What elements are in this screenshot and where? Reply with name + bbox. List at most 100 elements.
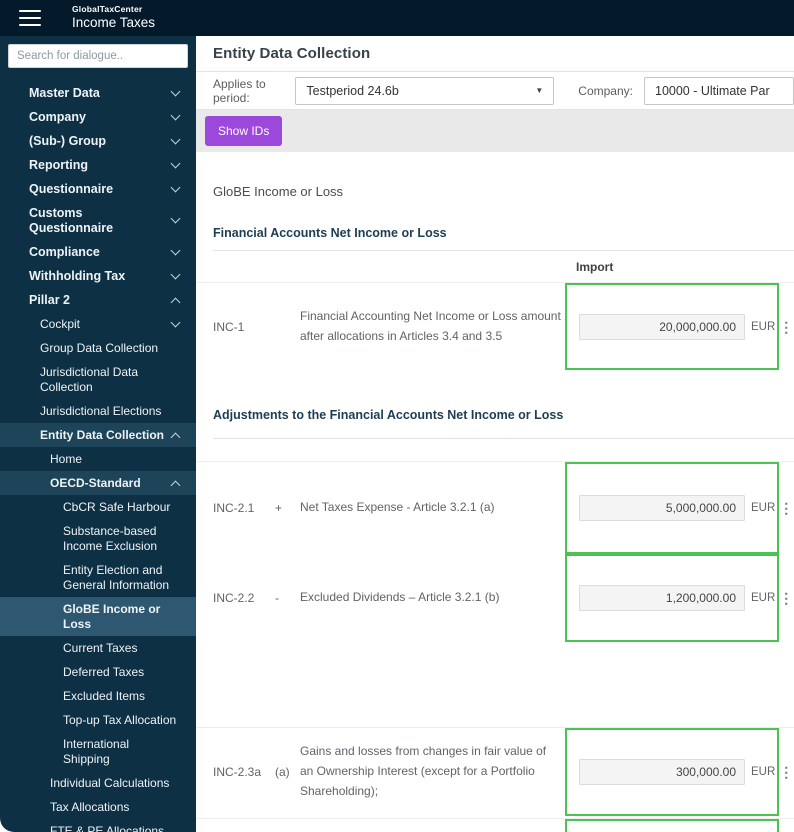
top-app-bar: GlobalTaxCenter Income Taxes: [0, 0, 794, 36]
sidebar-item-entity-election-and-general-information[interactable]: Entity Election and General Information: [0, 558, 196, 597]
period-value: Testperiod 24.6b: [306, 83, 399, 98]
sidebar-item-globe-income-or-loss[interactable]: GloBE Income or Loss: [0, 597, 196, 636]
sidebar-item-excluded-items[interactable]: Excluded Items: [0, 684, 196, 708]
app-name: GlobalTaxCenter: [72, 4, 143, 15]
group2-title: Adjustments to the Financial Accounts Ne…: [213, 408, 564, 422]
sidebar-item-customs-questionnaire[interactable]: Customs Questionnaire: [0, 201, 196, 240]
kebab-menu-icon[interactable]: ⋮: [779, 765, 793, 779]
sidebar-item-label: Reporting: [29, 157, 89, 172]
sidebar-item-label: CbCR Safe Harbour: [63, 499, 171, 514]
period-select[interactable]: Testperiod 24.6b ▼: [295, 76, 555, 105]
sidebar-item-label: Home: [50, 451, 83, 466]
sidebar-item-group-data-collection[interactable]: Group Data Collection: [0, 336, 196, 360]
sidebar-item-withholding-tax[interactable]: Withholding Tax: [0, 264, 196, 288]
sidebar-item-international-shipping[interactable]: International Shipping: [0, 732, 196, 771]
amount-input[interactable]: [579, 495, 745, 521]
row-description: Gains and losses from changes in fair va…: [300, 744, 547, 798]
group1-title: Financial Accounts Net Income or Loss: [213, 226, 447, 240]
sidebar: Master Data Company (Sub-) Group Reporti…: [0, 36, 196, 832]
company-value: 10000 - Ultimate Par: [655, 83, 770, 98]
sidebar-item-label: Group Data Collection: [40, 340, 159, 355]
sidebar-item-pillar-2[interactable]: Pillar 2: [0, 288, 196, 312]
sidebar-item-jurisdictional-data-collection[interactable]: Jurisdictional Data Collection: [0, 360, 196, 399]
group2-rows: INC-2.1 + Net Taxes Expense - Article 3.…: [196, 461, 794, 642]
chevron-down-icon: [170, 182, 181, 192]
import-highlight-box: EUR ⋮: [565, 462, 793, 554]
sidebar-item-questionnaire[interactable]: Questionnaire: [0, 177, 196, 201]
sidebar-item-label: Questionnaire: [29, 181, 114, 196]
sidebar-item-label: International Shipping: [63, 736, 130, 766]
sidebar-item-label: Current Taxes: [63, 640, 138, 655]
sidebar-item-master-data[interactable]: Master Data: [0, 81, 196, 105]
data-row: INC-1 Financial Accounting Net Income or…: [196, 282, 794, 370]
sidebar-item-label: Tax Allocations: [50, 799, 130, 814]
kebab-menu-icon[interactable]: ⋮: [779, 320, 793, 334]
currency-label: EUR: [751, 502, 776, 514]
kebab-menu-icon[interactable]: ⋮: [779, 501, 793, 515]
sidebar-item-label: Excluded Items: [63, 688, 146, 703]
company-label: Company:: [578, 83, 633, 98]
sidebar-item-company[interactable]: Company: [0, 105, 196, 129]
sidebar-item-label: Company: [29, 109, 86, 124]
sidebar-item-fte-pe-allocations[interactable]: FTE & PE Allocations: [0, 819, 196, 832]
sidebar-item-reporting[interactable]: Reporting: [0, 153, 196, 177]
hamburger-menu-icon[interactable]: [19, 10, 41, 26]
sidebar-item-label: OECD-Standard: [50, 475, 141, 490]
sidebar-item-oecd-standard[interactable]: OECD-Standard: [0, 471, 196, 495]
sidebar-item-sub-group[interactable]: (Sub-) Group: [0, 129, 196, 153]
divider: [213, 250, 794, 251]
section-title: GloBE Income or Loss: [213, 184, 344, 199]
row-sign: -: [275, 591, 279, 605]
sidebar-item-entity-data-collection[interactable]: Entity Data Collection: [0, 423, 196, 447]
sidebar-item-label: Entity Election and General Information: [63, 562, 170, 592]
row-code: INC-2.2: [213, 591, 255, 605]
sidebar-item-label: Withholding Tax: [29, 268, 126, 283]
sidebar-item-top-up-tax-allocation[interactable]: Top-up Tax Allocation: [0, 708, 196, 732]
period-label: Applies to period:: [213, 76, 266, 105]
amount-input[interactable]: [579, 759, 745, 785]
currency-label: EUR: [751, 592, 776, 604]
sidebar-item-cbcr-safe-harbour[interactable]: CbCR Safe Harbour: [0, 495, 196, 519]
sidebar-item-deferred-taxes[interactable]: Deferred Taxes: [0, 660, 196, 684]
chevron-down-icon: [170, 110, 181, 120]
app-subtitle: Income Taxes: [72, 15, 156, 31]
sidebar-item-substance-based-income-exclusion[interactable]: Substance-based Income Exclusion: [0, 519, 196, 558]
sidebar-item-home[interactable]: Home: [0, 447, 196, 471]
kebab-menu-icon[interactable]: ⋮: [779, 591, 793, 605]
group2-rows-continued: INC-2.3a (a) Gains and losses from chang…: [196, 727, 794, 816]
import-column-header: Import: [576, 260, 614, 274]
sidebar-item-jurisdictional-elections[interactable]: Jurisdictional Elections: [0, 399, 196, 423]
data-row: INC-2.3a (a) Gains and losses from chang…: [196, 727, 794, 816]
sidebar-item-label: Jurisdictional Elections: [40, 403, 162, 418]
sidebar-item-individual-calculations[interactable]: Individual Calculations: [0, 771, 196, 795]
sidebar-item-label: Top-up Tax Allocation: [63, 712, 177, 727]
sidebar-item-current-taxes[interactable]: Current Taxes: [0, 636, 196, 660]
controls-row: Applies to period: Testperiod 24.6b ▼ Co…: [196, 72, 794, 110]
sidebar-item-label: Entity Data Collection: [40, 427, 165, 442]
sidebar-item-label: Deferred Taxes: [63, 664, 145, 679]
sidebar-item-cockpit[interactable]: Cockpit: [0, 312, 196, 336]
app-window: GlobalTaxCenter Income Taxes Master Data…: [0, 0, 794, 832]
row-description: Net Taxes Expense - Article 3.2.1 (a): [300, 500, 495, 515]
sidebar-item-label: (Sub-) Group: [29, 133, 107, 148]
main-panel: Entity Data Collection Applies to period…: [196, 36, 794, 832]
chevron-down-icon: [170, 269, 181, 279]
sidebar-item-label: GloBE Income or Loss: [63, 601, 161, 631]
import-highlight-box: EUR ⋮: [565, 283, 793, 370]
amount-input[interactable]: [579, 313, 745, 340]
toolbar: Show IDs: [196, 110, 794, 152]
sidebar-item-tax-allocations[interactable]: Tax Allocations: [0, 795, 196, 819]
chevron-down-icon: [170, 158, 181, 168]
company-select[interactable]: 10000 - Ultimate Par: [644, 76, 794, 105]
sidebar-item-compliance[interactable]: Compliance: [0, 240, 196, 264]
divider: [213, 438, 794, 439]
amount-input[interactable]: [579, 585, 745, 611]
show-ids-button[interactable]: Show IDs: [205, 116, 283, 146]
chevron-up-icon: [170, 432, 181, 442]
sidebar-item-label: Jurisdictional Data Collection: [40, 364, 139, 394]
sidebar-item-label: Customs Questionnaire: [29, 205, 114, 235]
data-row: INC-2.2 - Excluded Dividends – Article 3…: [196, 554, 794, 642]
sidebar-item-label: Individual Calculations: [50, 775, 170, 790]
search-input[interactable]: [8, 44, 188, 68]
chevron-down-icon: [170, 317, 181, 327]
